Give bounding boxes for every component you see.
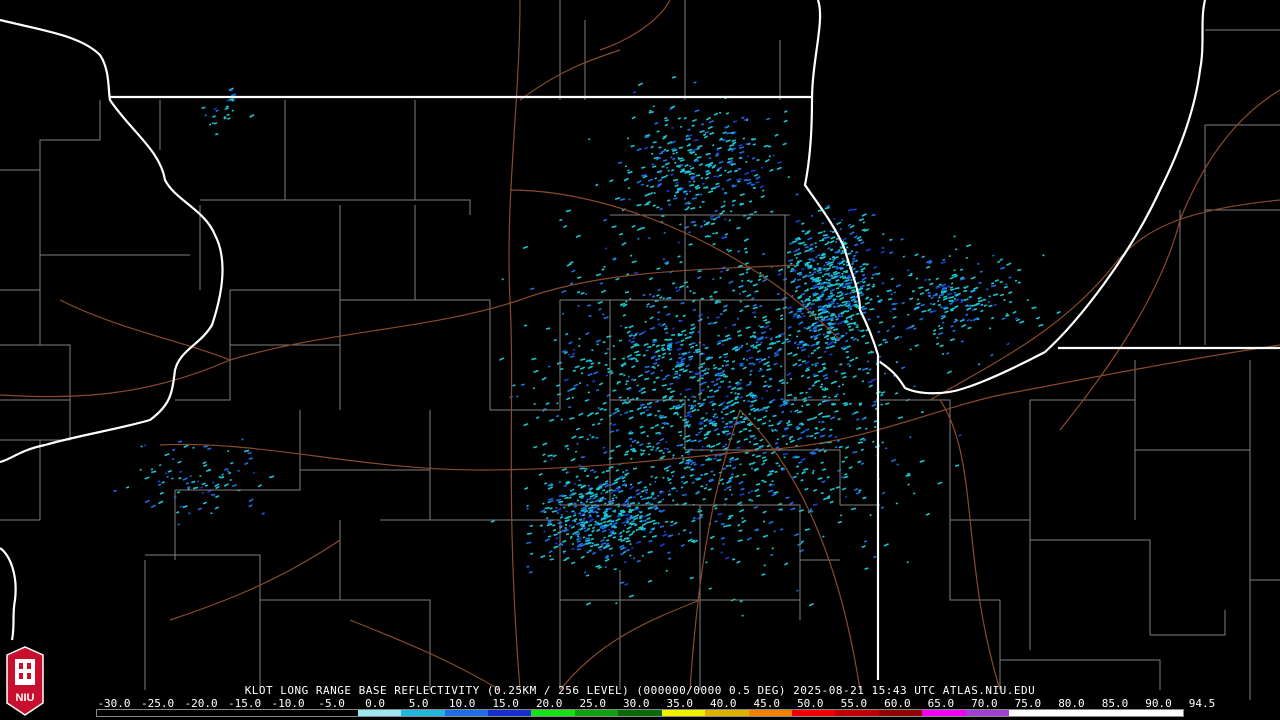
niu-logo: NIU — [6, 646, 44, 716]
scale-segment — [1052, 710, 1097, 716]
scale-segment — [922, 710, 966, 716]
echo-pixel — [587, 398, 591, 401]
echo-pixel — [890, 293, 893, 296]
echo-pixel — [144, 444, 147, 447]
echo-pixel — [942, 321, 945, 324]
scale-segment — [357, 710, 402, 716]
scale-segment — [792, 710, 836, 716]
echo-pixel — [765, 336, 768, 339]
scale-segment — [705, 710, 749, 716]
echo-pixel — [785, 443, 788, 445]
echo-pixel — [623, 524, 627, 527]
echo-pixel — [724, 326, 727, 329]
color-scale-bar — [96, 709, 1184, 717]
scale-segment — [574, 710, 619, 716]
scale-segment — [1096, 710, 1140, 716]
scale-segment — [661, 710, 706, 716]
scale-segment — [618, 710, 662, 716]
logo-tower-icon — [15, 659, 35, 685]
scale-segment — [878, 710, 923, 716]
echo-pixel — [631, 547, 634, 550]
echo-pixel — [812, 271, 816, 274]
radar-map — [0, 0, 1280, 720]
scale-segment — [314, 710, 358, 716]
scale-segment — [748, 710, 792, 716]
scale-segment — [531, 710, 575, 716]
scale-segment — [487, 710, 532, 716]
echo-pixel — [694, 439, 697, 442]
scale-segment — [965, 710, 1010, 716]
scale-segment — [1139, 710, 1183, 716]
scale-segment — [140, 710, 184, 716]
echo-pixel — [662, 297, 665, 300]
scale-label: 94.5 — [1188, 697, 1216, 710]
scale-segment — [97, 710, 141, 716]
color-scale-labels: -30.0 -25.0 -20.0 -15.0 -10.0 -5.0 0.0 5.0 10.0 1… — [96, 697, 1215, 710]
scale-segment — [183, 710, 228, 716]
scale-segment — [227, 710, 271, 716]
scale-segment — [401, 710, 445, 716]
scale-segment — [444, 710, 488, 716]
echo-pixel — [627, 375, 631, 378]
product-caption: KLOT LONG RANGE BASE REFLECTIVITY (0.25K… — [244, 684, 1036, 697]
echo-pixel — [231, 109, 234, 112]
echo-pixel — [745, 160, 748, 163]
scale-segment — [1009, 710, 1053, 716]
echo-pixel — [619, 325, 622, 328]
scale-segment — [835, 710, 879, 716]
scale-segment — [270, 710, 315, 716]
echo-pixel — [929, 259, 932, 262]
echo-pixel — [576, 499, 580, 502]
echo-pixel — [641, 554, 644, 557]
